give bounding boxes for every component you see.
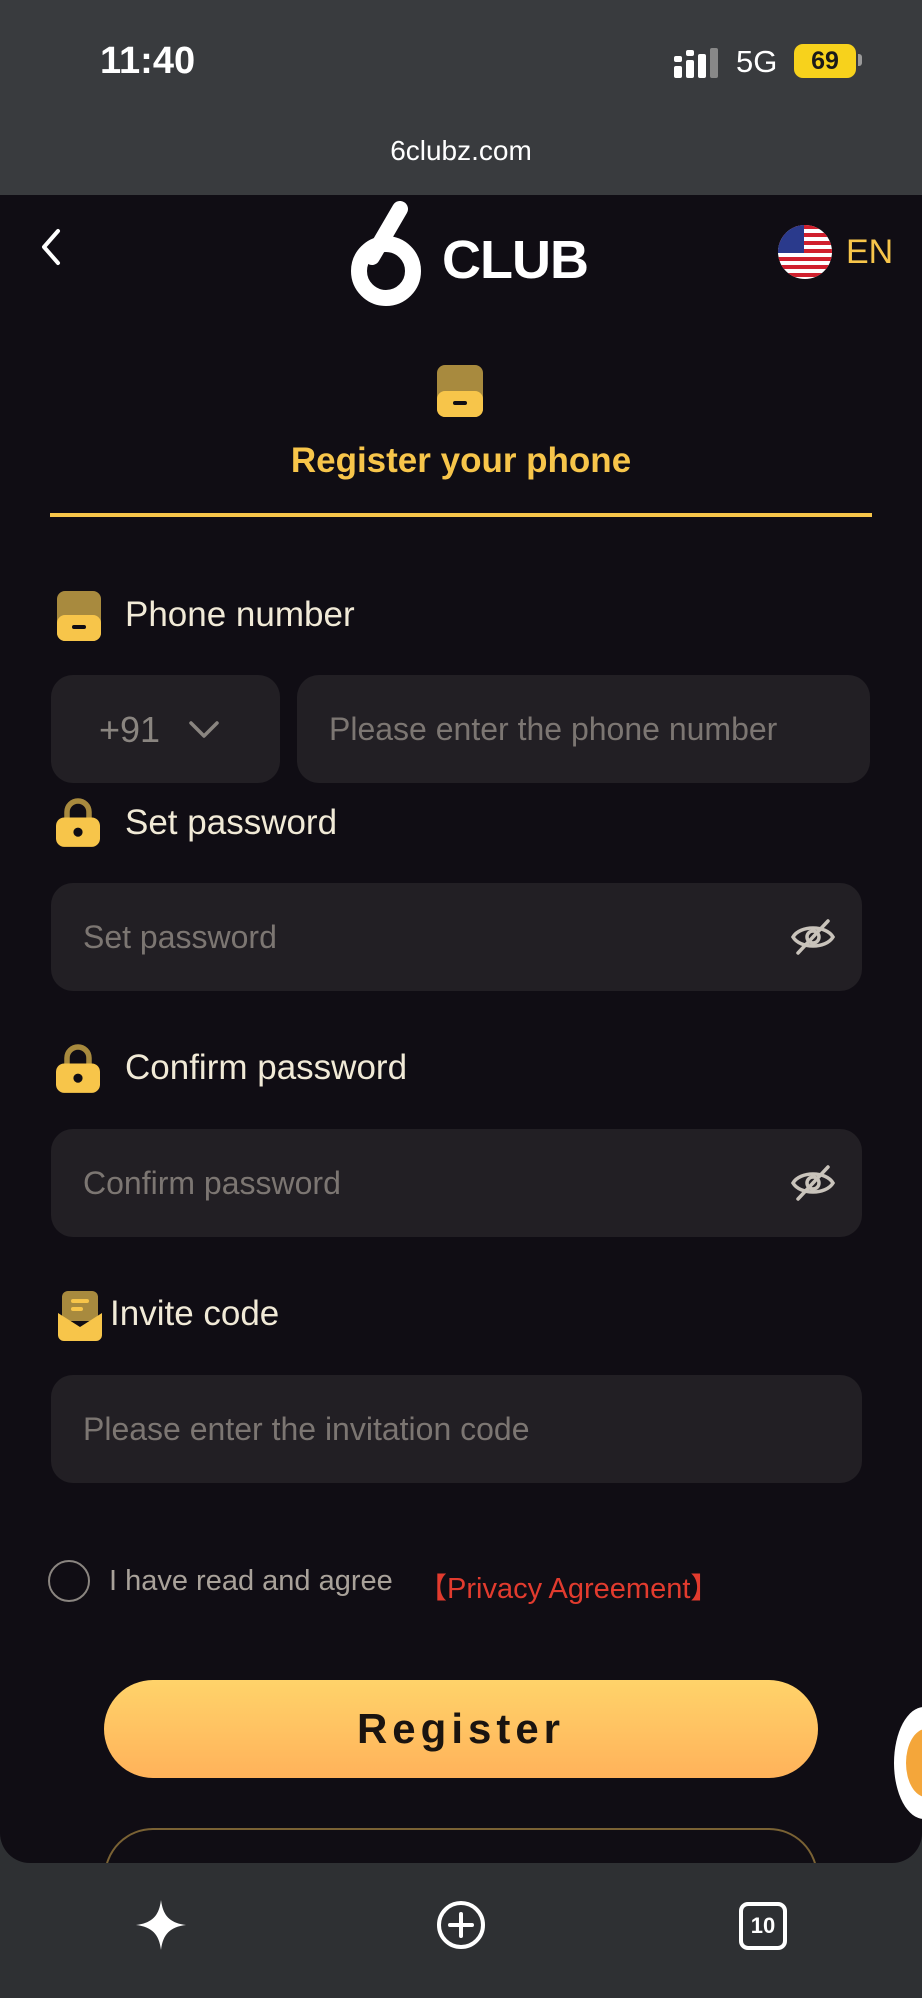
lock-icon: [56, 1044, 100, 1093]
invite-code-input[interactable]: [83, 1375, 844, 1483]
register-page: CLUB EN Register your phone Phone number…: [0, 195, 922, 1863]
confirm-password-input[interactable]: [83, 1129, 784, 1237]
eye-off-icon[interactable]: [790, 917, 836, 957]
url-text[interactable]: 6clubz.com: [0, 135, 922, 167]
plus-circle-icon[interactable]: [434, 1898, 488, 1952]
confirm-password-label: Confirm password: [125, 1048, 408, 1087]
phone-number-field[interactable]: [297, 675, 870, 783]
signal-icon: [674, 48, 718, 78]
set-password-input[interactable]: [83, 883, 784, 991]
tabs-icon[interactable]: 10: [735, 1898, 789, 1952]
country-code-value: +91: [99, 709, 161, 750]
tabs-count: 10: [739, 1902, 787, 1950]
invite-code-label: Invite code: [110, 1294, 280, 1333]
set-password-field[interactable]: [51, 883, 862, 991]
register-button[interactable]: Register: [104, 1680, 818, 1778]
six-logo-icon: [351, 201, 421, 306]
phone-icon: [437, 365, 483, 417]
secondary-button[interactable]: [104, 1828, 818, 1863]
battery-indicator: 69: [794, 44, 856, 78]
invite-code-field[interactable]: [51, 1375, 862, 1483]
sparkle-icon[interactable]: [134, 1898, 188, 1952]
url-bar[interactable]: 6clubz.com: [0, 125, 922, 195]
country-code-select[interactable]: +91: [51, 675, 280, 783]
language-selector[interactable]: EN: [846, 233, 893, 272]
phone-icon: [57, 591, 101, 641]
phone-number-input[interactable]: [329, 675, 862, 783]
tab-underline: [50, 513, 872, 517]
lock-icon: [56, 798, 100, 847]
tab-register-phone[interactable]: Register your phone: [0, 441, 922, 481]
confirm-password-field[interactable]: [51, 1129, 862, 1237]
chevron-down-icon: [189, 721, 219, 738]
chevron-left-icon[interactable]: [34, 227, 70, 267]
status-bar: 11:40 5G 69: [0, 0, 922, 125]
agree-checkbox[interactable]: [48, 1560, 90, 1602]
floating-support-button[interactable]: [894, 1707, 922, 1819]
agree-text: I have read and agree: [109, 1565, 393, 1597]
eye-off-icon[interactable]: [790, 1163, 836, 1203]
set-password-label: Set password: [125, 803, 338, 842]
network-type: 5G: [736, 44, 778, 79]
privacy-agreement-link[interactable]: 【Privacy Agreement】: [418, 1565, 719, 1607]
invite-icon: [58, 1291, 102, 1341]
us-flag-icon[interactable]: [778, 225, 832, 279]
battery-tip: [858, 54, 862, 66]
status-time: 11:40: [100, 40, 196, 82]
support-icon: [906, 1729, 922, 1797]
logo-text: CLUB: [442, 230, 589, 290]
phone-number-label: Phone number: [125, 595, 355, 634]
site-logo: CLUB: [338, 201, 589, 311]
